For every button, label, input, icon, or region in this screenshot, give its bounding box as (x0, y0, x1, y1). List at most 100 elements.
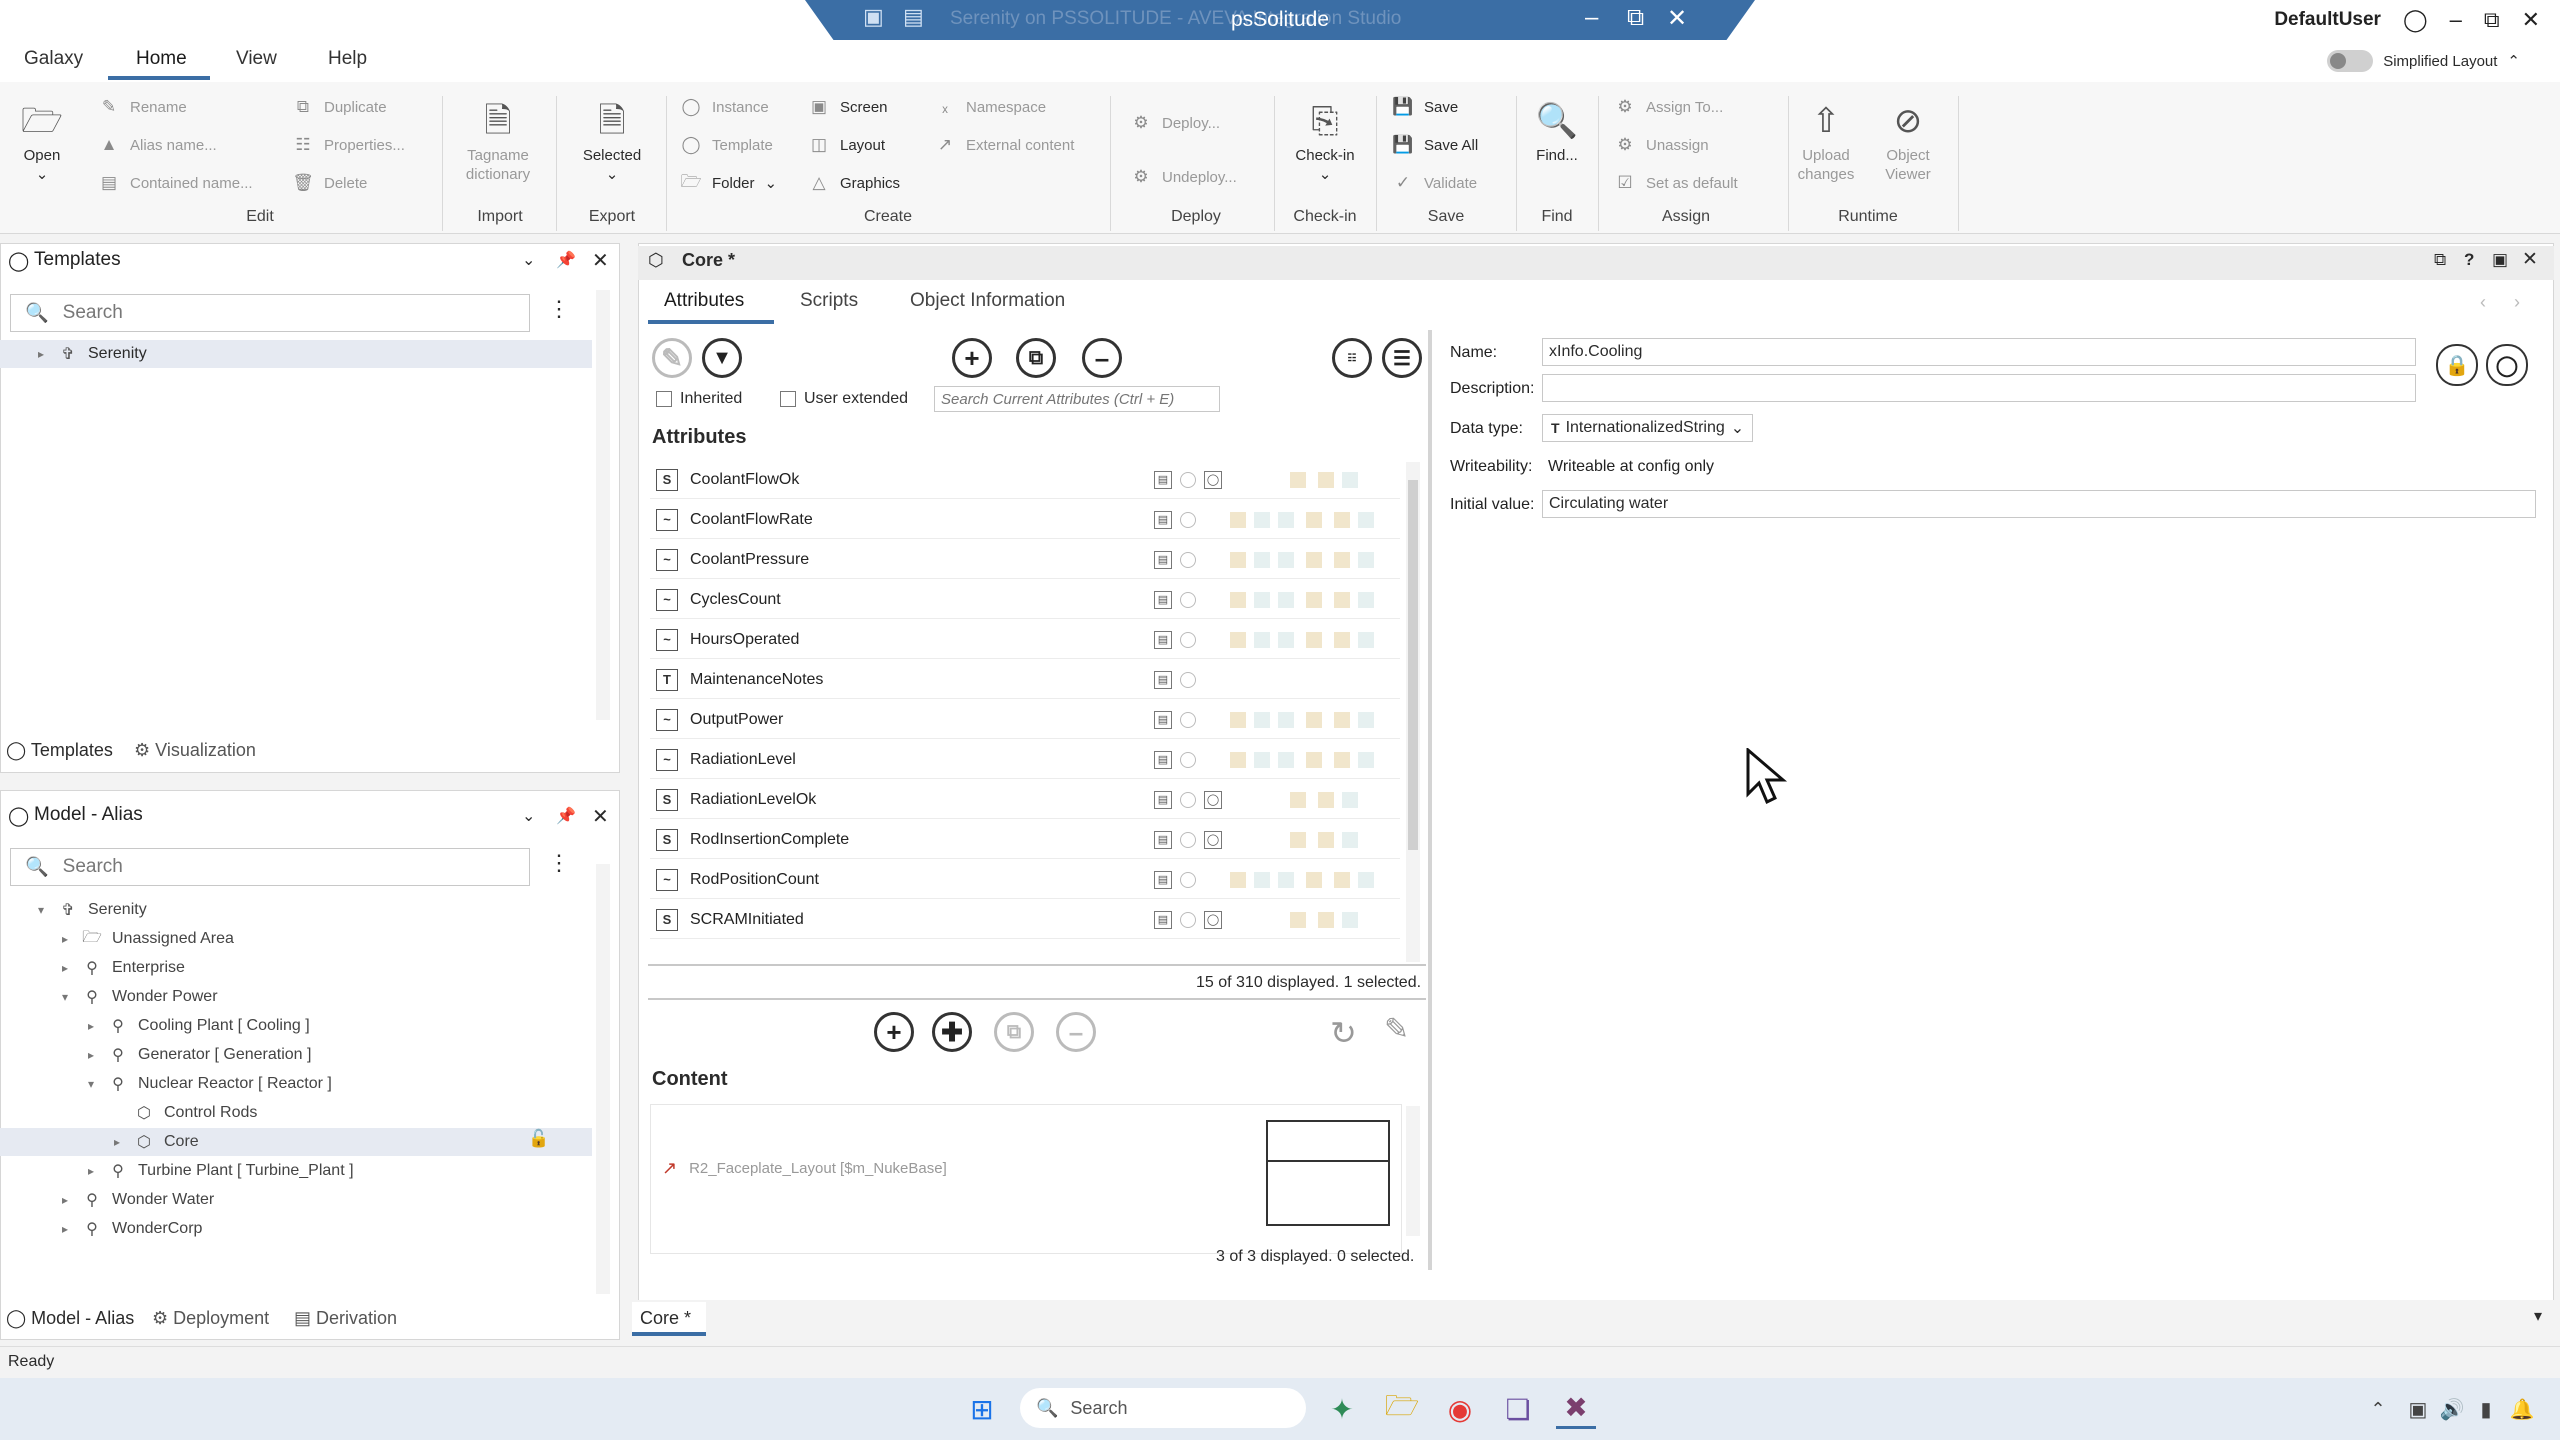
initial-value-field[interactable]: Circulating water (1542, 490, 2536, 518)
chevron-right-icon[interactable]: ▸ (84, 1164, 98, 1178)
contained-name-button[interactable]: ▤ Contained name... (98, 172, 253, 194)
user-extended-checkbox[interactable]: User extended (780, 390, 908, 408)
set-default-button[interactable]: ☑ Set as default (1614, 172, 1737, 194)
instance-button[interactable]: ◯ Instance (680, 96, 768, 118)
edit-content-icon[interactable]: ✎ (1384, 1012, 1409, 1047)
maximize-icon[interactable]: ▣ (2492, 250, 2508, 270)
assign-to-button[interactable]: ⚙ Assign To... (1614, 96, 1723, 118)
checkbox[interactable] (780, 391, 796, 407)
upload-changes-button[interactable]: ⇧ Upload changes (1794, 96, 1858, 184)
tree-item[interactable]: ⬡ Control Rods (134, 1099, 257, 1127)
document-tab-core[interactable]: Core * (632, 1302, 706, 1336)
chevron-right-icon[interactable]: ▸ (84, 1019, 98, 1033)
tab-object-information[interactable]: Object Information (910, 290, 1065, 312)
tagname-dictionary-button[interactable]: 🗎 Tagname dictionary (456, 96, 540, 184)
close-editor-icon[interactable]: ✕ (2522, 248, 2538, 271)
user-icon[interactable]: ◯ (2403, 7, 2428, 33)
tab-list-icon[interactable]: ▾ (2534, 1306, 2542, 1326)
close-icon[interactable]: ✕ (1667, 4, 1687, 33)
restore-icon[interactable]: ⧉ (1627, 4, 1644, 32)
name-field[interactable]: xInfo.Cooling (1542, 338, 2416, 366)
attribute-row[interactable]: ~ CoolantPressure ▤ (650, 541, 1400, 579)
chevron-down-icon[interactable]: ▾ (34, 903, 48, 917)
tree-item[interactable]: ▸ ⚲ Wonder Water (58, 1186, 214, 1214)
check-in-button[interactable]: ⎘ Check-in ⌄ (1286, 96, 1364, 184)
app-restore-icon[interactable]: ⧉ (2484, 7, 2500, 33)
tab-deployment[interactable]: ⚙ Deployment (152, 1308, 269, 1329)
chevron-right-icon[interactable]: ▸ (58, 961, 72, 975)
external-content-button[interactable]: ↗ External content (934, 134, 1075, 156)
more-options-icon[interactable]: ⋮ (548, 296, 570, 322)
attribute-row[interactable]: S RadiationLevelOk ▤ ◯ (650, 781, 1400, 819)
add-content-button[interactable]: + (874, 1012, 914, 1052)
windows-start-icon[interactable]: ⊞ (962, 1389, 1002, 1429)
description-field[interactable] (1542, 374, 2416, 402)
attribute-search-input[interactable] (934, 386, 1220, 412)
content-item[interactable]: ↗ R2_Faceplate_Layout [$m_NukeBase] (662, 1158, 947, 1179)
chevron-right-icon[interactable]: ▸ (58, 1193, 72, 1207)
checkbox[interactable] (656, 391, 672, 407)
templates-search-input[interactable]: 🔍 Search (10, 294, 530, 332)
attribute-row[interactable]: S SCRAMInitiated ▤ ◯ (650, 901, 1400, 939)
scrollbar-thumb[interactable] (1408, 480, 1418, 850)
find-button[interactable]: 🔍 Find... (1526, 96, 1588, 165)
save-all-button[interactable]: 💾 Save All (1392, 134, 1478, 156)
attribute-row[interactable]: ~ OutputPower ▤ (650, 701, 1400, 739)
data-type-select[interactable]: T InternationalizedString ⌄ (1542, 414, 1754, 442)
unassign-button[interactable]: ⚙ Unassign (1614, 134, 1708, 156)
add-content-plus-button[interactable]: ✚ (932, 1012, 972, 1052)
tab-scripts[interactable]: Scripts (800, 290, 858, 312)
attribute-row[interactable]: ~ RadiationLevel ▤ (650, 741, 1400, 779)
filter-icon[interactable]: ▼ (702, 338, 742, 378)
attribute-row[interactable]: S CoolantFlowOk ▤ ◯ (650, 461, 1400, 499)
tree-item[interactable]: ▾ ✞ Serenity (34, 896, 147, 924)
duplicate-content-button[interactable]: ⧉ (994, 1012, 1034, 1052)
inherited-checkbox[interactable]: Inherited (656, 390, 742, 408)
attribute-row[interactable]: ~ CoolantFlowRate ▤ (650, 501, 1400, 539)
template-button[interactable]: ◯ Template (680, 134, 772, 156)
delete-button[interactable]: 🗑 Delete (292, 172, 367, 194)
list-view-icon[interactable]: ☰ (1382, 338, 1422, 378)
collapse-ribbon-icon[interactable]: ⌃ (2507, 52, 2520, 70)
model-search-input[interactable]: 🔍 Search (10, 848, 530, 886)
chevron-right-icon[interactable]: ▸ (58, 932, 72, 946)
remove-attribute-button[interactable]: – (1082, 338, 1122, 378)
chevron-down-icon[interactable]: ▾ (58, 990, 72, 1004)
chrome-icon[interactable]: ◉ (1440, 1389, 1480, 1429)
minimize-icon[interactable]: – (1585, 4, 1598, 32)
tree-item-selected[interactable]: ▸ ⬡ Core (0, 1128, 592, 1156)
tree-item[interactable]: ▸ ⚲ Cooling Plant [ Cooling ] (84, 1012, 310, 1040)
tree-item[interactable]: ▸ ⚲ WonderCorp (58, 1215, 202, 1243)
close-panel-icon[interactable]: ✕ (592, 248, 609, 273)
file-explorer-icon[interactable]: 🗁 (1382, 1389, 1422, 1429)
app-close-icon[interactable]: ✕ (2522, 7, 2540, 33)
scrollbar[interactable] (596, 864, 610, 1294)
menu-home[interactable]: Home (136, 48, 187, 70)
chevron-right-icon[interactable]: ▸ (110, 1135, 124, 1149)
toggle-switch[interactable] (2327, 50, 2374, 72)
chevron-down-icon[interactable]: ⌄ (522, 250, 535, 270)
tree-item[interactable]: ▾ ⚲ Nuclear Reactor [ Reactor ] (84, 1070, 332, 1098)
close-panel-icon[interactable]: ✕ (592, 804, 609, 829)
open-button[interactable]: 🗁 Open ⌄ (14, 96, 70, 184)
app-taskbar-icon[interactable]: ❏ (1498, 1389, 1538, 1429)
attribute-row[interactable]: T MaintenanceNotes ▤ (650, 661, 1400, 699)
tab-attributes[interactable]: Attributes (664, 290, 744, 312)
duplicate-attribute-button[interactable]: ⧉ (1016, 338, 1056, 378)
tab-templates[interactable]: ◯ Templates (6, 740, 113, 761)
tab-derivation[interactable]: ▤ Derivation (294, 1308, 397, 1329)
simplified-layout-toggle[interactable]: Simplified Layout ⌃ (2327, 50, 2520, 72)
tree-item[interactable]: ▸ ⚲ Turbine Plant [ Turbine_Plant ] (84, 1157, 354, 1185)
integration-studio-icon[interactable]: ✖ (1556, 1389, 1596, 1429)
properties-button[interactable]: ☷ Properties... (292, 134, 405, 156)
pin-icon[interactable]: 📌 (556, 250, 576, 270)
namespace-button[interactable]: ₓ Namespace (934, 96, 1046, 118)
alias-name-button[interactable]: ▲ Alias name... (98, 134, 217, 156)
scrollbar[interactable] (596, 290, 610, 720)
screen-button[interactable]: ▣ Screen (808, 96, 888, 118)
menu-view[interactable]: View (236, 48, 277, 70)
chevron-down-icon[interactable]: ⌄ (522, 806, 535, 826)
undeploy-button[interactable]: ⚙ Undeploy... (1130, 166, 1236, 188)
lock-icon[interactable]: 🔒 (2436, 344, 2478, 386)
layout-button[interactable]: ◫ Layout (808, 134, 885, 156)
